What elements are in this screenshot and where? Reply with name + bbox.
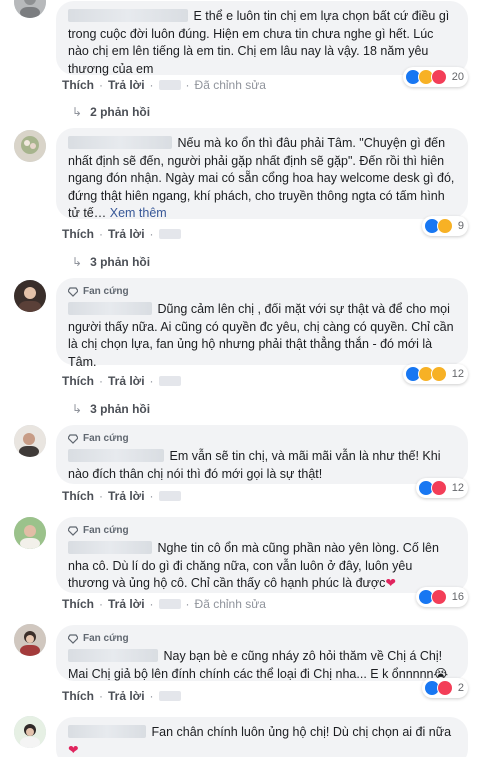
like-link[interactable]: Thích xyxy=(62,227,94,241)
wow-icon xyxy=(436,218,453,234)
reaction-count: 16 xyxy=(451,591,464,603)
diamond-icon xyxy=(68,526,78,536)
like-link[interactable]: Thích xyxy=(62,689,94,703)
reply-link[interactable]: Trả lời xyxy=(108,597,145,611)
diamond-icon xyxy=(68,634,78,644)
reaction-count: 20 xyxy=(451,71,464,83)
reply-link[interactable]: Trả lời xyxy=(108,227,145,241)
timestamp[interactable] xyxy=(158,80,181,90)
heart-emoji: ❤ xyxy=(68,742,79,757)
reply-link[interactable]: Trả lời xyxy=(108,689,145,703)
avatar[interactable] xyxy=(14,130,46,162)
like-link[interactable]: Thích xyxy=(62,597,94,611)
wow-icon xyxy=(430,366,447,382)
replies-label: 2 phản hồi xyxy=(90,105,151,119)
commenter-name[interactable] xyxy=(68,649,158,662)
reply-arrow-icon: ↳ xyxy=(72,255,83,269)
reply-link[interactable]: Trả lời xyxy=(108,78,145,92)
view-replies-link[interactable]: ↳ 2 phản hồi xyxy=(72,104,150,120)
love-icon xyxy=(436,680,453,696)
love-icon xyxy=(430,69,447,85)
timestamp[interactable] xyxy=(158,599,181,609)
reply-arrow-icon: ↳ xyxy=(72,402,83,416)
heart-emoji: ❤ xyxy=(385,576,396,590)
comment-actions: Thích · Trả lời · xyxy=(62,373,181,389)
comment-actions: Thích · Trả lời · · Đã chỉnh sửa xyxy=(62,597,266,611)
reaction-summary[interactable]: 16 xyxy=(415,587,468,607)
badge-label: Fan cứng xyxy=(83,286,129,298)
avatar[interactable] xyxy=(14,0,46,18)
reaction-summary[interactable]: 12 xyxy=(415,478,468,498)
view-replies-link[interactable]: ↳ 3 phản hồi xyxy=(72,401,150,417)
diamond-icon xyxy=(68,287,78,297)
avatar[interactable] xyxy=(14,280,46,312)
comment-bubble: Nếu mà ko ổn thì đâu phải Tâm. "Chuyện g… xyxy=(56,128,468,220)
reaction-count: 12 xyxy=(451,368,464,380)
commenter-name[interactable] xyxy=(68,725,146,738)
edited-label[interactable]: Đã chỉnh sửa xyxy=(195,78,266,92)
avatar[interactable] xyxy=(14,517,46,549)
comment-actions: Thích · Trả lời · · Đã chỉnh sửa xyxy=(62,78,266,92)
comment-bubble: Fan cứng Em vẫn sẽ tin chị, và mãi mãi v… xyxy=(56,425,468,484)
commenter-name[interactable] xyxy=(68,9,188,22)
view-replies-link[interactable]: ↳ 3 phản hồi xyxy=(72,254,150,270)
like-link[interactable]: Thích xyxy=(62,374,94,388)
comment-actions: Thích · Trả lời · xyxy=(62,488,181,504)
reaction-summary[interactable]: 12 xyxy=(402,364,468,384)
reaction-summary[interactable]: 2 xyxy=(421,678,468,698)
replies-label: 3 phản hồi xyxy=(90,402,151,416)
commenter-name[interactable] xyxy=(68,302,152,315)
reaction-count: 9 xyxy=(457,220,464,232)
reply-link[interactable]: Trả lời xyxy=(108,489,145,503)
commenter-name[interactable] xyxy=(68,449,164,462)
comment-bubble: Fan cứng Nghe tin cô ổn mà cũng phần nào… xyxy=(56,517,468,593)
avatar[interactable] xyxy=(14,425,46,457)
like-link[interactable]: Thích xyxy=(62,78,94,92)
reaction-summary[interactable]: 20 xyxy=(402,67,468,87)
comment-actions: Thích · Trả lời · xyxy=(62,688,181,704)
badge-label: Fan cứng xyxy=(83,525,129,537)
timestamp[interactable] xyxy=(158,491,181,501)
commenter-name[interactable] xyxy=(68,541,152,554)
comment-bubble: Fan cứng Nay bạn bè e cũng nháy zô hỏi t… xyxy=(56,625,468,681)
timestamp[interactable] xyxy=(158,691,181,701)
comment-text: Fan chân chính luôn ủng hộ chị! Dù chị c… xyxy=(151,725,452,739)
badge-label: Fan cứng xyxy=(83,633,129,645)
comment-bubble: Fan cứng Dũng cảm lên chị , đối mặt với … xyxy=(56,278,468,369)
comment-bubble: E thể e luôn tin chị em lựa chọn bất cứ … xyxy=(56,1,468,76)
reply-link[interactable]: Trả lời xyxy=(108,374,145,388)
fan-badge[interactable]: Fan cứng xyxy=(68,524,456,538)
commenter-name[interactable] xyxy=(68,136,172,149)
love-icon xyxy=(430,589,447,605)
fan-badge[interactable]: Fan cứng xyxy=(68,432,456,446)
reaction-count: 2 xyxy=(457,682,464,694)
see-more-link[interactable]: Xem thêm xyxy=(110,206,167,220)
timestamp[interactable] xyxy=(158,229,181,239)
comment-bubble: Fan chân chính luôn ủng hộ chị! Dù chị c… xyxy=(56,717,468,757)
like-link[interactable]: Thích xyxy=(62,489,94,503)
replies-label: 3 phản hồi xyxy=(90,255,151,269)
comment-actions: Thích · Trả lời · xyxy=(62,226,181,242)
fan-badge[interactable]: Fan cứng xyxy=(68,632,456,646)
badge-label: Fan cứng xyxy=(83,433,129,445)
diamond-icon xyxy=(68,434,78,444)
avatar[interactable] xyxy=(14,716,46,748)
edited-label[interactable]: Đã chỉnh sửa xyxy=(195,597,266,611)
timestamp[interactable] xyxy=(158,376,181,386)
avatar[interactable] xyxy=(14,624,46,656)
reaction-summary[interactable]: 9 xyxy=(421,216,468,236)
fan-badge[interactable]: Fan cứng xyxy=(68,285,456,299)
reply-arrow-icon: ↳ xyxy=(72,105,83,119)
love-icon xyxy=(430,480,447,496)
reaction-count: 12 xyxy=(451,482,464,494)
